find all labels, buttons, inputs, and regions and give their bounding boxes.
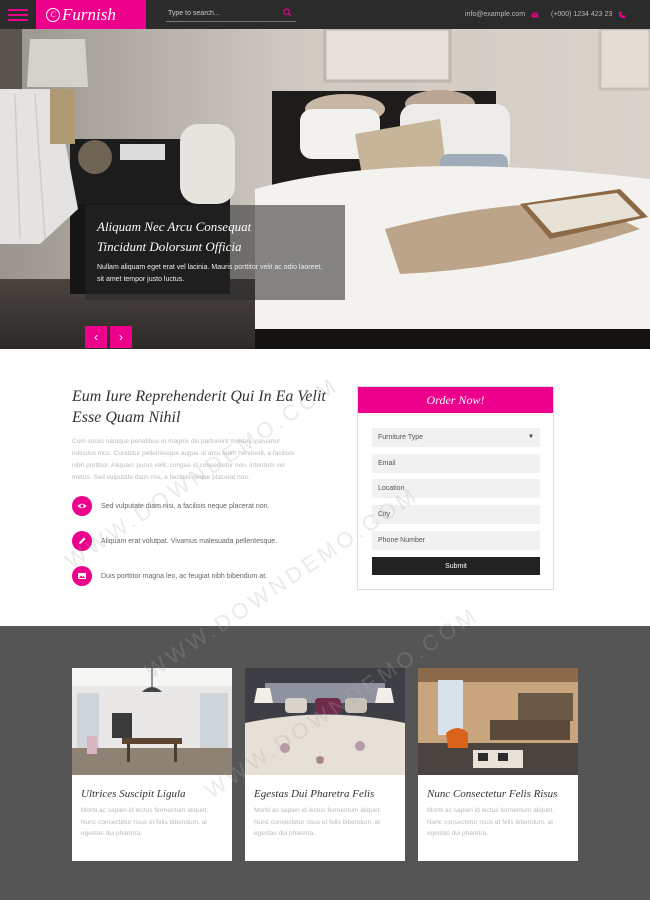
card-title: Nunc Consectetur Felis Risus xyxy=(427,788,558,800)
living-room-image xyxy=(418,668,578,775)
order-form: Order Now! Furniture Type ▼ Email Locati… xyxy=(357,386,554,590)
phone-text: (+000) 1234 423 23 xyxy=(551,11,613,18)
hero-bedroom-image xyxy=(0,29,650,349)
feature-item: Aliquam erat volutpat. Vivamus malesuada… xyxy=(72,531,342,551)
product-card[interactable]: Egestas Dui Pharetra Felis Morbi ac sapi… xyxy=(245,668,405,861)
logo-mark: C xyxy=(46,7,60,22)
envelope-icon xyxy=(531,11,539,17)
hero-title: Aliquam Nec Arcu Consequat Tincidunt Dolo… xyxy=(97,219,252,254)
furniture-type-value: Furniture Type xyxy=(378,434,424,441)
search-bar xyxy=(166,5,296,22)
logo-text: Furnish xyxy=(62,4,116,24)
furniture-type-select[interactable]: Furniture Type ▼ xyxy=(372,428,540,447)
pencil-icon xyxy=(72,531,92,551)
card-title: Ultrices Suscipit Ligula xyxy=(81,788,186,800)
intro-description: Cum sociis natoque penatibus et magnis d… xyxy=(72,438,294,481)
featured-section: Ultrices Suscipit Ligula Morbi ac sapien… xyxy=(0,626,650,900)
hero-slider: Aliquam Nec Arcu Consequat Tincidunt Dolo… xyxy=(0,29,650,349)
top-bar: C Furnish info@example.com (+000) 1234 4… xyxy=(0,0,650,29)
feature-text: Duis porttitor magna leo, ac feugiat nib… xyxy=(101,572,268,580)
photo-icon xyxy=(72,566,92,586)
product-card[interactable]: Ultrices Suscipit Ligula Morbi ac sapien… xyxy=(72,668,232,861)
feature-text: Aliquam erat volutpat. Vivamus malesuada… xyxy=(101,537,278,545)
feature-item: Duis porttitor magna leo, ac feugiat nib… xyxy=(72,566,342,586)
search-icon[interactable] xyxy=(283,8,292,17)
email-field[interactable]: Email xyxy=(372,454,540,473)
intro-title: Eum Iure Reprehenderit Qui In Ea Velit Es… xyxy=(72,388,326,426)
hamburger-menu-icon[interactable] xyxy=(0,0,36,29)
order-form-title: Order Now! xyxy=(358,387,553,413)
phone-icon xyxy=(619,11,626,18)
submit-button[interactable]: Submit xyxy=(372,557,540,575)
search-input[interactable] xyxy=(166,9,276,17)
card-text: Morbi ac sapien id lectus fermentum aliq… xyxy=(254,807,382,837)
contact-phone[interactable]: (+000) 1234 423 23 xyxy=(551,0,626,29)
hero-text: Nullam aliquam eget erat vel lacinia. Ma… xyxy=(97,264,323,283)
bedroom-image xyxy=(245,668,405,775)
chevron-down-icon: ▼ xyxy=(528,434,534,440)
card-title: Egestas Dui Pharetra Felis xyxy=(254,788,375,800)
contact-email[interactable]: info@example.com xyxy=(465,0,539,29)
logo[interactable]: C Furnish xyxy=(36,0,146,29)
feature-text: Sed vulputate diam nisi, a facilisis neq… xyxy=(101,502,270,510)
eye-icon xyxy=(72,496,92,516)
dining-room-image xyxy=(72,668,232,775)
product-card[interactable]: Nunc Consectetur Felis Risus Morbi ac sa… xyxy=(418,668,578,861)
city-field[interactable]: City xyxy=(372,505,540,524)
feature-item: Sed vulputate diam nisi, a facilisis neq… xyxy=(72,496,342,516)
slider-next-button[interactable]: › xyxy=(110,326,132,348)
card-text: Morbi ac sapien id lectus fermentum aliq… xyxy=(427,807,555,837)
phone-field[interactable]: Phone Number xyxy=(372,531,540,550)
slider-prev-button[interactable]: ‹ xyxy=(85,326,107,348)
hero-caption: Aliquam Nec Arcu Consequat Tincidunt Dolo… xyxy=(85,205,345,300)
card-text: Morbi ac sapien id lectus fermentum aliq… xyxy=(81,807,209,837)
location-field[interactable]: Location xyxy=(372,479,540,498)
email-text: info@example.com xyxy=(465,11,526,18)
